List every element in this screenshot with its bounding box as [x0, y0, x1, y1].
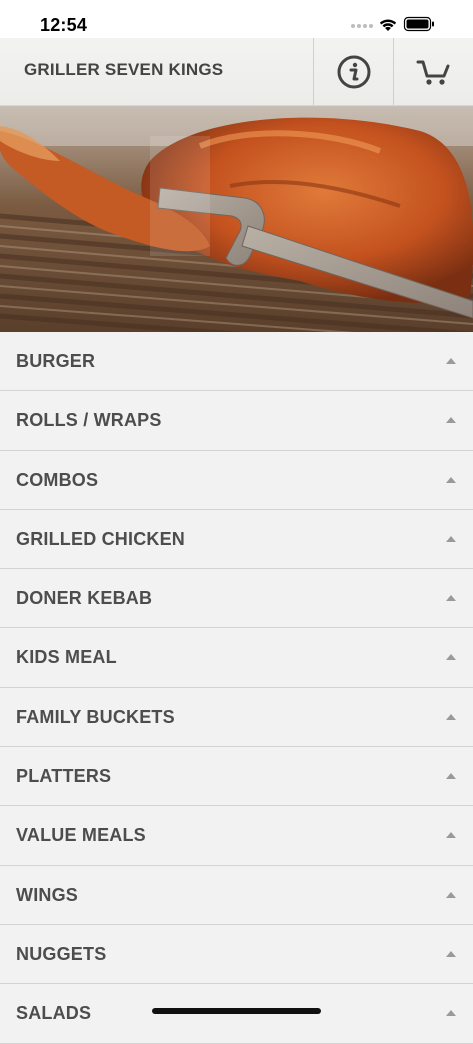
chevron-up-icon: [446, 713, 456, 720]
category-item-doner-kebab[interactable]: DONER KEBAB: [0, 569, 473, 629]
chevron-up-icon: [446, 476, 456, 483]
page-title: GRILLER SEVEN KINGS: [24, 60, 224, 79]
category-item-grilled-chicken[interactable]: GRILLED CHICKEN: [0, 509, 473, 570]
chevron-up-icon: [446, 1010, 456, 1017]
chevron-up-icon: [446, 595, 456, 602]
wifi-icon: [379, 19, 397, 31]
grilled-chicken-photo: [0, 106, 473, 332]
category-item-family-buckets[interactable]: FAMILY BUCKETS: [0, 687, 473, 748]
category-label: COMBOS: [16, 469, 99, 490]
category-label: VALUE MEALS: [16, 825, 146, 846]
chevron-up-icon: [446, 535, 456, 542]
category-item-kids-meal[interactable]: KIDS MEAL: [0, 628, 473, 688]
app-header: GRILLER SEVEN KINGS: [0, 38, 473, 106]
info-button[interactable]: [313, 38, 393, 105]
category-item-burger[interactable]: BURGER: [0, 332, 473, 392]
category-item-wings[interactable]: WINGS: [0, 865, 473, 925]
chevron-up-icon: [446, 773, 456, 780]
battery-icon: [403, 16, 434, 32]
category-label: NUGGETS: [16, 943, 107, 964]
chevron-up-icon: [446, 654, 456, 661]
category-item-nuggets[interactable]: NUGGETS: [0, 924, 473, 985]
status-bar: 12:54: [0, 0, 473, 38]
chevron-up-icon: [446, 358, 456, 364]
category-label: FAMILY BUCKETS: [16, 706, 175, 727]
info-icon: [337, 55, 370, 88]
category-label: BURGER: [16, 351, 96, 371]
chevron-up-icon: [446, 891, 456, 898]
category-item-combos[interactable]: COMBOS: [0, 450, 473, 510]
category-label: GRILLED CHICKEN: [16, 528, 185, 549]
chevron-up-icon: [446, 832, 456, 839]
cart-button[interactable]: [393, 38, 473, 105]
category-label: SALADS: [16, 1003, 92, 1024]
category-item-platters[interactable]: PLATTERS: [0, 747, 473, 807]
category-list: BURGER ROLLS / WRAPS COMBOS GRILLED CHIC…: [0, 332, 473, 1044]
home-indicator[interactable]: [152, 1008, 321, 1014]
category-label: PLATTERS: [16, 766, 112, 787]
hero-image: [0, 106, 473, 332]
category-label: ROLLS / WRAPS: [16, 410, 162, 431]
signal-dots-icon: [351, 24, 373, 28]
category-item-rolls-wraps[interactable]: ROLLS / WRAPS: [0, 391, 473, 451]
chevron-up-icon: [446, 950, 456, 957]
cart-icon: [416, 60, 449, 85]
status-icons: [351, 16, 434, 32]
category-label: DONER KEBAB: [16, 588, 153, 609]
category-item-value-meals[interactable]: VALUE MEALS: [0, 806, 473, 866]
status-time: 12:54: [40, 15, 88, 35]
category-label: KIDS MEAL: [16, 647, 117, 668]
chevron-up-icon: [446, 417, 456, 424]
category-label: WINGS: [16, 884, 78, 905]
